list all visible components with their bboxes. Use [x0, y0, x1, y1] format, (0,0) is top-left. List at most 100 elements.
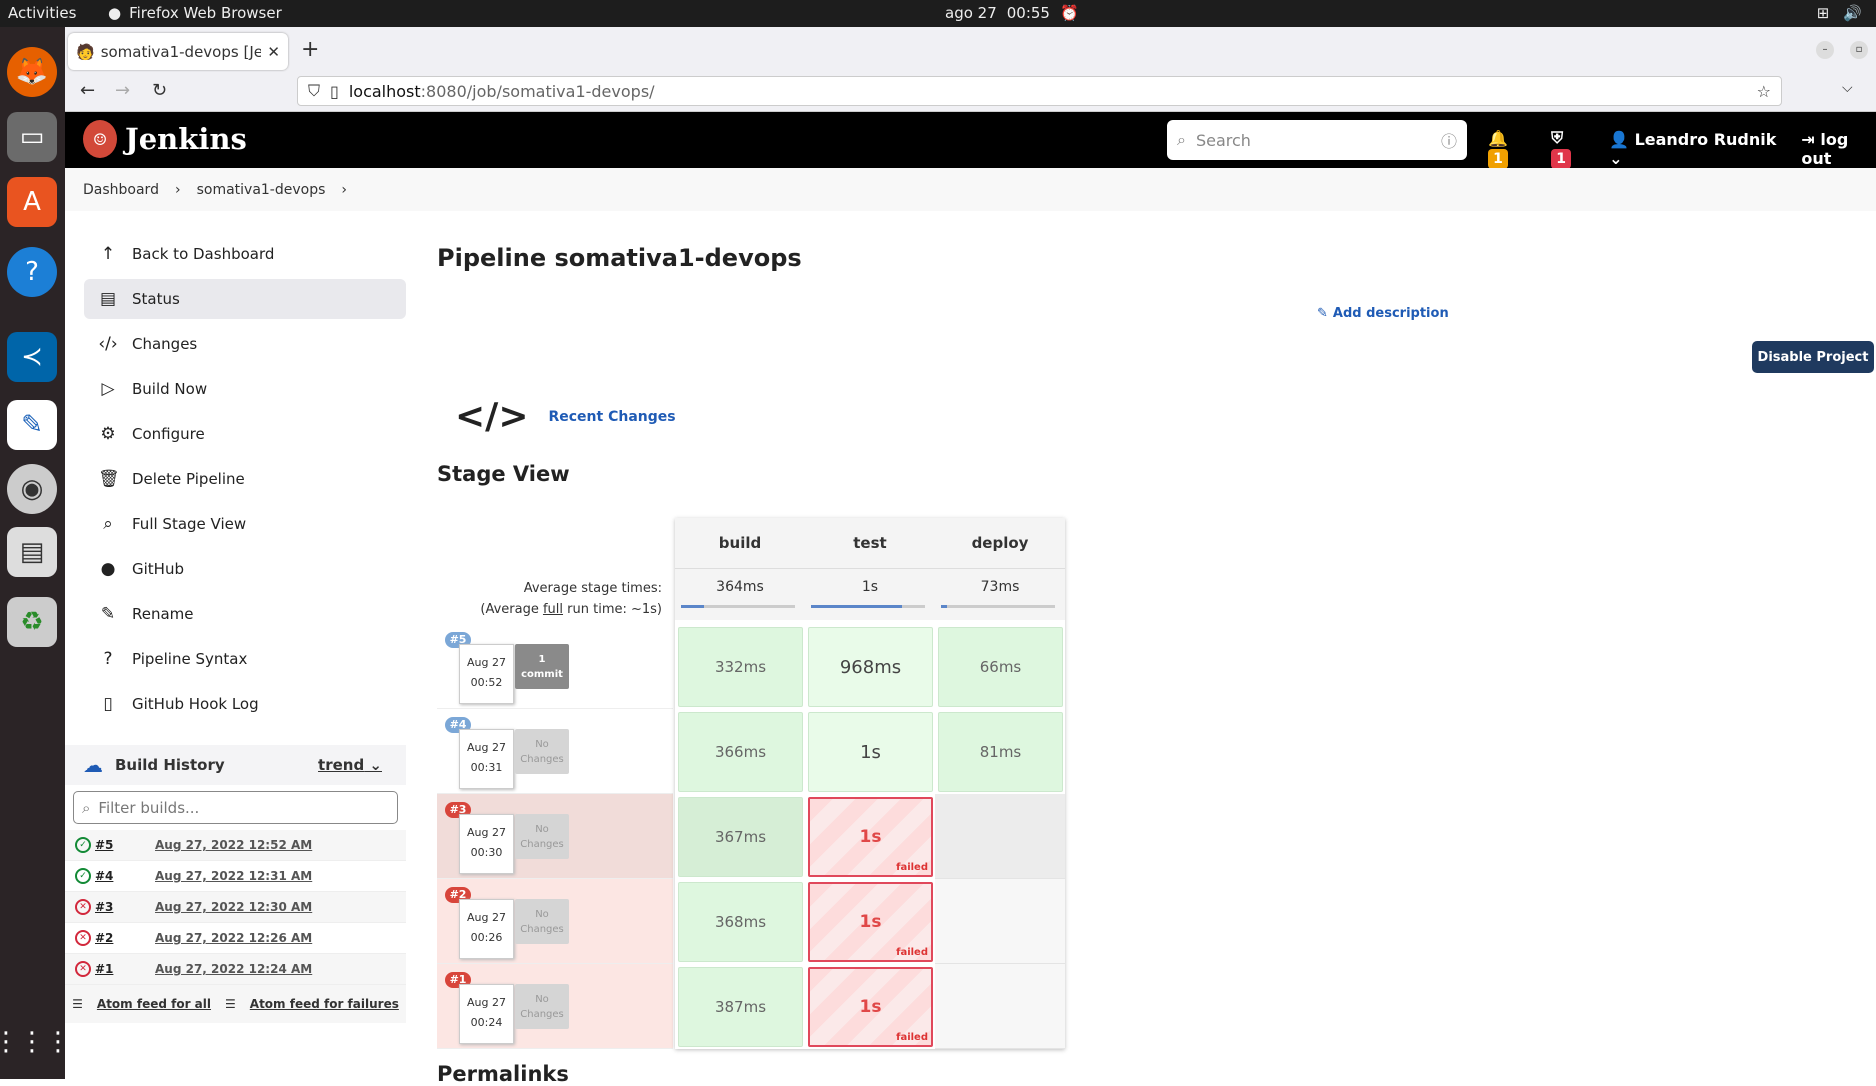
build-number-link[interactable]: #4: [95, 869, 155, 883]
build-number-link[interactable]: #3: [95, 900, 155, 914]
stage-cell[interactable]: 368ms: [678, 882, 803, 962]
sidebar-item-full-stage-view[interactable]: ⌕ Full Stage View: [84, 504, 406, 544]
build-changes-button[interactable]: No Changes: [515, 984, 569, 1029]
sidebar-item-github-hook-log[interactable]: ▯ GitHub Hook Log: [84, 684, 406, 724]
stage-average-bar-fill: [811, 605, 903, 608]
shield-icon[interactable]: ⛉: [308, 81, 320, 101]
build-date-card: Aug 27 00:24: [459, 984, 514, 1044]
recent-changes-link[interactable]: Recent Changes: [548, 409, 675, 425]
sidebar-item-label: Configure: [132, 425, 205, 443]
pocket-icon[interactable]: ⌵: [1842, 80, 1853, 96]
build-date-link[interactable]: Aug 27, 2022 12:52 AM: [155, 838, 312, 852]
build-date-link[interactable]: Aug 27, 2022 12:24 AM: [155, 962, 312, 976]
atom-feed-failures-link[interactable]: Atom feed for failures: [250, 997, 399, 1011]
stage-cell[interactable]: 1s failed: [808, 797, 933, 877]
atom-feed-all-link[interactable]: Atom feed for all: [97, 997, 211, 1011]
files-dock-icon[interactable]: ▭: [7, 112, 57, 162]
sidebar-item-build-now[interactable]: ▷ Build Now: [84, 369, 406, 409]
disc-dock-icon[interactable]: ◉: [7, 464, 57, 514]
build-number-link[interactable]: #5: [95, 838, 155, 852]
maximize-button[interactable]: ▫: [1850, 41, 1868, 59]
sidebar-item-status[interactable]: ▤ Status: [84, 279, 406, 319]
build-changes-button[interactable]: No Changes: [515, 899, 569, 944]
build-row[interactable]: ✕ #1 Aug 27, 2022 12:24 AM: [65, 954, 406, 985]
app-grid-icon[interactable]: ⋮⋮⋮: [0, 1017, 71, 1067]
search-box[interactable]: ⌕ Search ⓘ: [1167, 120, 1467, 160]
security-badge: 1: [1551, 149, 1572, 169]
search-icon: ⌕: [1177, 130, 1186, 149]
build-changes-button[interactable]: 1 commit: [515, 644, 569, 689]
minimize-button[interactable]: –: [1816, 41, 1834, 59]
software-dock-icon[interactable]: A: [7, 177, 57, 227]
bookmark-star-icon[interactable]: ☆: [1757, 82, 1771, 101]
help-dock-icon[interactable]: ?: [7, 247, 57, 297]
breadcrumb-dashboard[interactable]: Dashboard: [83, 182, 159, 198]
stage-cell[interactable]: 66ms: [938, 627, 1063, 707]
stage-cell[interactable]: 366ms: [678, 712, 803, 792]
url-bar[interactable]: ⛉ ▯ localhost:8080/job/somativa1-devops/…: [297, 76, 1782, 106]
stage-cell[interactable]: 367ms: [678, 797, 803, 877]
back-button[interactable]: ←: [80, 80, 95, 101]
build-date: Aug 27: [467, 996, 506, 1009]
text-editor-dock-icon[interactable]: ✎: [7, 400, 57, 450]
active-app[interactable]: ● Firefox Web Browser: [108, 4, 282, 22]
build-row[interactable]: ✕ #2 Aug 27, 2022 12:26 AM: [65, 923, 406, 954]
sidebar-item-delete[interactable]: 🗑 Delete Pipeline: [84, 459, 406, 499]
build-row[interactable]: ✓ #5 Aug 27, 2022 12:52 AM: [65, 830, 406, 861]
stage-cell[interactable]: 1s: [808, 712, 933, 792]
firefox-dock-icon[interactable]: 🦊: [7, 47, 57, 97]
browser-tab[interactable]: 🧑 somativa1-devops [Jenkins] ✕: [68, 33, 288, 70]
sidebar-item-pipeline-syntax[interactable]: ? Pipeline Syntax: [84, 639, 406, 679]
stage-cell[interactable]: 968ms: [808, 627, 933, 707]
avg-label-suffix: run time: ~1s): [563, 602, 662, 617]
system-tray[interactable]: ⊞ 🔊: [1817, 4, 1862, 22]
stage-cell[interactable]: 81ms: [938, 712, 1063, 792]
trash-dock-icon[interactable]: ♻: [7, 597, 57, 647]
failed-label: failed: [896, 947, 928, 958]
build-changes-button[interactable]: No Changes: [515, 814, 569, 859]
filter-builds-input[interactable]: ⌕ Filter builds...: [73, 791, 398, 824]
sidebar-item-back[interactable]: ↑ Back to Dashboard: [84, 234, 406, 274]
build-date-link[interactable]: Aug 27, 2022 12:30 AM: [155, 900, 312, 914]
security-button[interactable]: ⛨ 1: [1551, 128, 1585, 169]
chevron-right-icon[interactable]: ›: [341, 182, 347, 198]
sidebar-item-rename[interactable]: ✎ Rename: [84, 594, 406, 634]
stage-view-title: Stage View: [437, 462, 570, 486]
failed-label: failed: [896, 862, 928, 873]
page-icon[interactable]: ▯: [330, 82, 339, 101]
add-description-link[interactable]: ✎ Add description: [1317, 306, 1449, 321]
stage-cell[interactable]: 387ms: [678, 967, 803, 1047]
forward-button[interactable]: →: [115, 80, 130, 101]
stage-cell[interactable]: 1s failed: [808, 967, 933, 1047]
sidebar-item-changes[interactable]: ‹/› Changes: [84, 324, 406, 364]
build-date-link[interactable]: Aug 27, 2022 12:31 AM: [155, 869, 312, 883]
help-icon[interactable]: ⓘ: [1441, 128, 1457, 152]
breadcrumb: Dashboard › somativa1-devops ›: [65, 168, 1876, 211]
trend-link[interactable]: trend ⌄: [318, 756, 382, 774]
new-tab-button[interactable]: +: [301, 37, 319, 62]
breadcrumb-job[interactable]: somativa1-devops: [197, 182, 326, 198]
notifications-button[interactable]: 🔔 1: [1488, 129, 1529, 169]
user-menu[interactable]: 👤 Leandro Rudnik ⌄: [1609, 130, 1777, 168]
build-number-link[interactable]: #2: [95, 931, 155, 945]
build-row[interactable]: ✕ #3 Aug 27, 2022 12:30 AM: [65, 892, 406, 923]
logout-button[interactable]: ⇥ log out: [1801, 130, 1876, 168]
sidebar-item-configure[interactable]: ⚙ Configure: [84, 414, 406, 454]
build-number-link[interactable]: #1: [95, 962, 155, 976]
jenkins-logo[interactable]: ☺ Jenkins: [83, 120, 247, 158]
stage-cell[interactable]: 332ms: [678, 627, 803, 707]
gear-icon: ⚙: [100, 424, 116, 444]
stage-cell[interactable]: 1s failed: [808, 882, 933, 962]
build-changes-button[interactable]: No Changes: [515, 729, 569, 774]
close-tab-icon[interactable]: ✕: [267, 43, 280, 61]
browser-chrome: 🧑 somativa1-devops [Jenkins] ✕ + – ▫ ← →…: [65, 27, 1876, 112]
clock[interactable]: ago 27 00:55 ⏰: [945, 4, 1079, 22]
build-date-link[interactable]: Aug 27, 2022 12:26 AM: [155, 931, 312, 945]
reload-button[interactable]: ↻: [152, 80, 167, 101]
build-row[interactable]: ✓ #4 Aug 27, 2022 12:31 AM: [65, 861, 406, 892]
vscode-dock-icon[interactable]: ≺: [7, 332, 57, 382]
sidebar-item-github[interactable]: ● GitHub: [84, 549, 406, 589]
disable-project-button[interactable]: Disable Project: [1752, 341, 1874, 373]
drive-dock-icon[interactable]: ▤: [7, 527, 57, 577]
activities-button[interactable]: Activities: [8, 4, 76, 22]
